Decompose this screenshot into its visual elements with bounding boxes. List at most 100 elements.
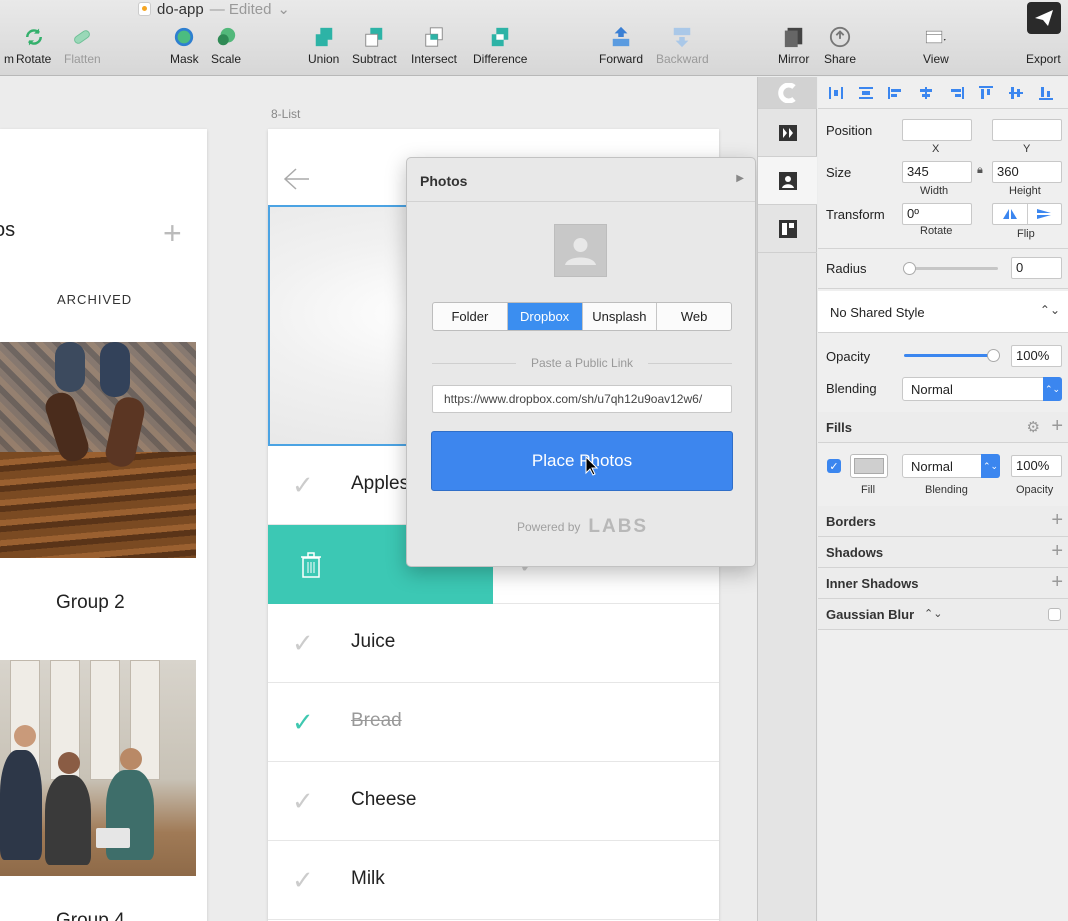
- paper-plane-icon[interactable]: [1027, 2, 1061, 34]
- plus-icon[interactable]: +: [163, 215, 182, 252]
- mirror-icon: [783, 26, 805, 48]
- intersect-button[interactable]: Intersect: [411, 26, 457, 66]
- duplicate-panel-icon[interactable]: [758, 109, 817, 157]
- mask-button[interactable]: Mask: [170, 26, 199, 66]
- align-center-icon[interactable]: [918, 86, 934, 100]
- photos-popover[interactable]: Photos ▶ Folder Dropbox Unsplash Web Pas…: [406, 157, 756, 567]
- plugin-strip: [757, 77, 817, 921]
- shoes-photo[interactable]: [0, 342, 196, 558]
- flip-vertical-icon[interactable]: [1028, 204, 1062, 224]
- width-field[interactable]: 345: [902, 161, 972, 183]
- rotate-button[interactable]: Rotate: [16, 26, 51, 66]
- source-dropbox[interactable]: Dropbox: [507, 303, 583, 330]
- artboard-name[interactable]: 8-List: [271, 107, 300, 121]
- fill-label: Fill: [861, 484, 876, 496]
- subtract-button[interactable]: Subtract: [352, 26, 397, 66]
- difference-button[interactable]: Difference: [473, 26, 527, 66]
- blur-checkbox[interactable]: [1048, 608, 1061, 621]
- photos-panel-icon[interactable]: [758, 157, 817, 205]
- add-fill-icon[interactable]: +: [1051, 415, 1063, 438]
- union-icon: [313, 26, 335, 48]
- check-icon[interactable]: ✓: [292, 707, 314, 738]
- trash-icon[interactable]: [300, 552, 322, 578]
- fill-blending-select[interactable]: Normal ⌃⌄: [902, 454, 1000, 478]
- shadows-section[interactable]: Shadows +: [818, 537, 1068, 568]
- list-item[interactable]: ✓ Juice: [268, 604, 719, 683]
- forward-button[interactable]: Forward: [599, 26, 643, 66]
- archived-tab[interactable]: ARCHIVED: [57, 292, 132, 307]
- fill-checkbox[interactable]: ✓: [827, 459, 841, 473]
- source-web[interactable]: Web: [657, 303, 731, 330]
- image-placeholder-icon: [554, 224, 607, 277]
- mask-icon: [173, 26, 195, 48]
- add-inner-shadow-icon[interactable]: +: [1051, 571, 1063, 594]
- list-item[interactable]: ✓ Bread: [268, 683, 719, 762]
- inner-shadows-section[interactable]: Inner Shadows +: [818, 568, 1068, 599]
- check-icon[interactable]: ✓: [292, 628, 314, 659]
- fill-opacity-field[interactable]: 100%: [1011, 455, 1062, 477]
- fills-section[interactable]: Fills ⚙ +: [818, 412, 1068, 443]
- source-segmented-control[interactable]: Folder Dropbox Unsplash Web: [432, 302, 732, 331]
- align-bottom-icon[interactable]: [1038, 86, 1054, 100]
- arrow-left-icon[interactable]: [282, 165, 310, 199]
- distribute-horizontal-icon[interactable]: [828, 86, 844, 100]
- fill-color-well[interactable]: [850, 454, 888, 478]
- share-button[interactable]: Share: [824, 26, 856, 66]
- add-border-icon[interactable]: +: [1051, 509, 1063, 532]
- gear-icon[interactable]: ⚙: [1027, 418, 1040, 436]
- source-unsplash[interactable]: Unsplash: [583, 303, 658, 330]
- align-middle-icon[interactable]: [1008, 86, 1024, 100]
- list-item[interactable]: ✓ Milk: [268, 841, 719, 920]
- craft-logo-icon[interactable]: [758, 77, 817, 109]
- flip-horizontal-icon[interactable]: [993, 204, 1028, 224]
- radius-field[interactable]: 0: [1011, 257, 1062, 279]
- x-label: X: [932, 143, 940, 155]
- opacity-slider-knob[interactable]: [987, 349, 1000, 362]
- union-button[interactable]: Union: [308, 26, 339, 66]
- left-artboard[interactable]: os + ARCHIVED Group 2 Group 4: [0, 129, 207, 921]
- radius-slider-knob[interactable]: [903, 262, 916, 275]
- backward-button[interactable]: Backward: [656, 26, 709, 66]
- height-field[interactable]: 360: [992, 161, 1062, 183]
- opacity-field[interactable]: 100%: [1011, 345, 1062, 367]
- rotate-label: Rotate: [920, 225, 953, 237]
- shared-style-select[interactable]: No Shared Style ⌃⌄: [818, 291, 1068, 333]
- opacity-slider[interactable]: [904, 349, 1000, 362]
- rotate-icon: [23, 26, 45, 48]
- edited-status[interactable]: — Edited: [210, 1, 272, 18]
- add-shadow-icon[interactable]: +: [1051, 540, 1063, 563]
- list-item[interactable]: ✓ Cheese: [268, 762, 719, 841]
- check-icon[interactable]: ✓: [292, 865, 314, 896]
- up-down-chevron-icon: ⌃⌄: [1043, 377, 1062, 401]
- gaussian-blur-section[interactable]: Gaussian Blur ⌃⌄: [818, 599, 1068, 630]
- place-photos-button[interactable]: Place Photos: [431, 431, 733, 491]
- up-down-chevron-icon[interactable]: ⌃⌄: [924, 607, 942, 620]
- align-top-icon[interactable]: [978, 85, 994, 100]
- data-panel-icon[interactable]: [758, 205, 817, 253]
- blending-select[interactable]: Normal ⌃⌄: [902, 377, 1062, 401]
- paste-link-label: Paste a Public Link: [432, 356, 732, 370]
- distribute-vertical-icon[interactable]: [858, 86, 874, 100]
- public-link-input[interactable]: https://www.dropbox.com/sh/u7qh12u9oav12…: [432, 385, 732, 413]
- flatten-button[interactable]: Flatten: [64, 26, 101, 66]
- flip-control[interactable]: [992, 203, 1062, 225]
- check-icon[interactable]: ✓: [292, 786, 314, 817]
- view-button[interactable]: View: [923, 26, 949, 66]
- position-y-field[interactable]: [992, 119, 1062, 141]
- triangle-right-icon[interactable]: ▶: [736, 173, 744, 184]
- align-right-icon[interactable]: [948, 86, 964, 100]
- mirror-button[interactable]: Mirror: [778, 26, 809, 66]
- team-photo[interactable]: [0, 660, 196, 876]
- position-x-field[interactable]: [902, 119, 972, 141]
- check-icon[interactable]: ✓: [292, 470, 314, 501]
- borders-section[interactable]: Borders +: [818, 506, 1068, 537]
- scale-button[interactable]: Scale: [211, 26, 241, 66]
- popover-title: Photos: [420, 173, 468, 189]
- chevron-down-icon[interactable]: ⌄: [277, 0, 290, 18]
- lock-icon[interactable]: 🔒︎: [977, 164, 983, 177]
- radius-slider[interactable]: [903, 262, 998, 275]
- rotate-field[interactable]: 0º: [902, 203, 972, 225]
- source-folder[interactable]: Folder: [433, 303, 508, 330]
- align-left-icon[interactable]: [888, 86, 904, 100]
- blending-label: Blending: [826, 381, 877, 396]
